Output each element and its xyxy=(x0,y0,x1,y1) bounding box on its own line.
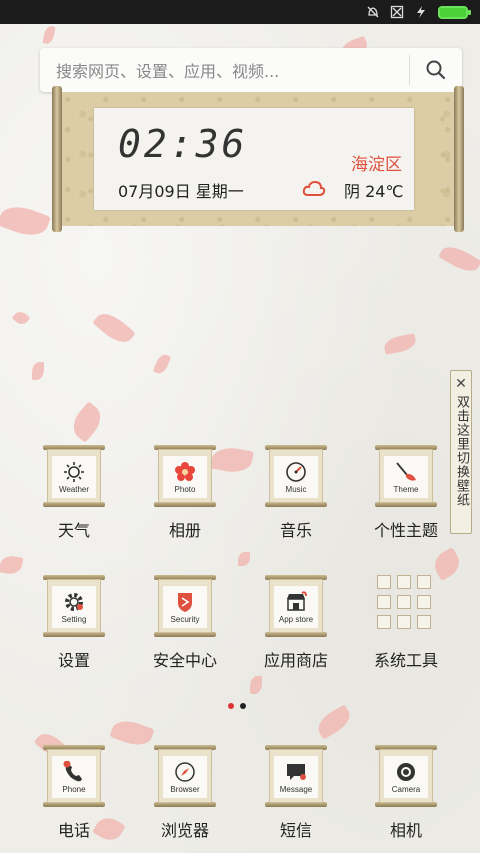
clock-card: 02:36 海淀区 07月09日 星期一 阴 24℃ xyxy=(94,108,414,210)
app-label: 应用商店 xyxy=(263,651,328,670)
clock-time[interactable]: 02:36 xyxy=(118,122,247,166)
camera-icon xyxy=(397,762,415,781)
app-caption: App store xyxy=(278,614,314,624)
app-caption: Music xyxy=(285,484,307,494)
scroll-roller-left xyxy=(52,86,62,232)
app-system-tools-folder[interactable]: 系统工具 xyxy=(351,575,461,671)
dock-phone[interactable]: Phone 电话 xyxy=(19,745,129,841)
search-input[interactable]: 搜索网页、设置、应用、视频... xyxy=(40,58,409,82)
app-caption: Setting xyxy=(61,614,87,624)
app-icon-frame: Camera xyxy=(375,745,437,807)
cloud-icon xyxy=(302,180,326,196)
app-caption: Browser xyxy=(170,784,200,794)
music-dial-icon xyxy=(286,461,306,482)
app-label: 浏览器 xyxy=(160,821,209,840)
gear-icon xyxy=(65,592,83,611)
weather-district[interactable]: 海淀区 xyxy=(351,150,402,175)
clock-date: 07月09日 星期一 xyxy=(118,182,244,201)
app-music[interactable]: Music 音乐 xyxy=(241,445,351,541)
app-settings[interactable]: Setting 设置 xyxy=(19,575,129,671)
search-icon xyxy=(426,60,446,80)
app-icon-frame: Security xyxy=(154,575,216,637)
dock-camera[interactable]: Camera 相机 xyxy=(351,745,461,841)
app-icon-frame: Message xyxy=(265,745,327,807)
tools-folder-icon xyxy=(377,575,435,637)
sun-icon xyxy=(64,461,84,482)
app-theme[interactable]: Theme 个性主题 xyxy=(351,445,461,541)
app-caption: Weather xyxy=(58,484,90,494)
app-icon-frame: App store xyxy=(265,575,327,637)
scroll-roller-right xyxy=(454,86,464,232)
app-icon-frame: Phone xyxy=(43,745,105,807)
weather-condition: 阴 24℃ xyxy=(344,182,404,201)
page-dot-current[interactable] xyxy=(240,703,246,709)
flower-icon xyxy=(175,461,195,481)
app-label: 相机 xyxy=(389,821,422,840)
dock-browser[interactable]: Browser 浏览器 xyxy=(130,745,240,841)
no-sim-icon xyxy=(390,5,404,19)
app-weather[interactable]: Weather 天气 xyxy=(19,445,129,541)
app-label: 个性主题 xyxy=(373,521,438,540)
brush-icon xyxy=(396,461,416,481)
page-indicator[interactable] xyxy=(228,703,246,709)
app-label: 电话 xyxy=(57,821,90,840)
page-dot[interactable] xyxy=(228,703,234,709)
app-label: 安全中心 xyxy=(152,651,217,670)
app-label: 设置 xyxy=(57,651,90,670)
app-caption: Message xyxy=(279,784,313,794)
app-label: 音乐 xyxy=(279,521,312,540)
alarm-off-icon xyxy=(367,6,379,18)
app-icon-frame: Setting xyxy=(43,575,105,637)
app-caption: Camera xyxy=(391,784,421,794)
app-label: 系统工具 xyxy=(373,651,438,670)
app-label: 短信 xyxy=(279,821,312,840)
app-label: 天气 xyxy=(57,521,90,540)
app-icon-frame: Theme xyxy=(375,445,437,507)
sms-icon xyxy=(287,763,306,780)
close-icon[interactable]: ✕ xyxy=(455,375,467,393)
app-store[interactable]: App store 应用商店 xyxy=(241,575,351,671)
app-icon-frame: Photo xyxy=(154,445,216,507)
app-icon-frame: Browser xyxy=(154,745,216,807)
charging-icon xyxy=(417,6,425,18)
store-icon xyxy=(287,590,307,611)
app-icon-frame: Weather xyxy=(43,445,105,507)
app-caption: Security xyxy=(170,614,200,624)
app-caption: Photo xyxy=(174,484,196,494)
compass-icon xyxy=(175,761,195,782)
app-label: 相册 xyxy=(168,521,201,540)
phone-icon xyxy=(63,760,82,781)
battery-icon xyxy=(438,5,471,19)
app-photo[interactable]: Photo 相册 xyxy=(130,445,240,541)
app-caption: Theme xyxy=(393,484,419,494)
dock-message[interactable]: Message 短信 xyxy=(241,745,351,841)
app-security[interactable]: Security 安全中心 xyxy=(130,575,240,671)
app-icon-frame: Music xyxy=(265,445,327,507)
shield-icon xyxy=(178,592,192,612)
app-caption: Phone xyxy=(62,784,86,794)
clock-weather-widget[interactable]: 02:36 海淀区 07月09日 星期一 阴 24℃ xyxy=(52,86,464,232)
status-bar xyxy=(0,0,480,24)
